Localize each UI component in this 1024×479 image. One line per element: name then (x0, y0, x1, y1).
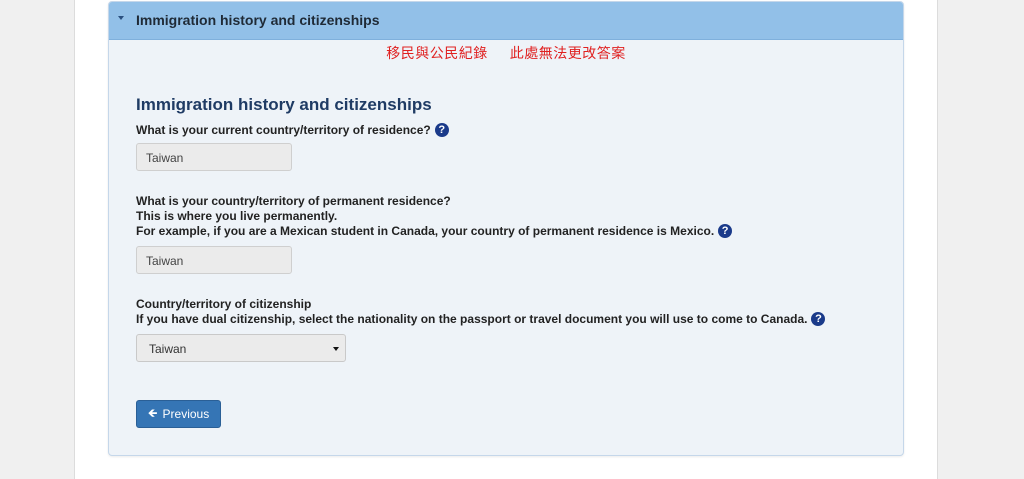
permanent-residence-example: For example, if you are a Mexican studen… (136, 224, 733, 239)
current-residence-label-text: What is your current country/territory o… (136, 123, 431, 137)
immigration-panel: Immigration history and citizenships 移民與… (108, 1, 904, 456)
citizenship-select[interactable]: Taiwan (136, 334, 346, 362)
citizenship-label: Country/territory of citizenship If you … (136, 297, 826, 327)
section-heading: Immigration history and citizenships (136, 95, 432, 114)
question-circle-icon[interactable]: ? (434, 123, 449, 137)
dropdown-arrow-icon[interactable] (333, 347, 339, 351)
previous-button[interactable]: 🡸 Previous (136, 400, 221, 428)
citizenship-hint: If you have dual citizenship, select the… (136, 312, 826, 327)
citizenship-question: Country/territory of citizenship (136, 297, 312, 311)
question-circle-icon[interactable]: ? (718, 224, 733, 238)
current-residence-label: What is your current country/territory o… (136, 123, 449, 138)
permanent-residence-example-text: For example, if you are a Mexican studen… (136, 224, 715, 238)
citizenship-hint-text: If you have dual citizenship, select the… (136, 312, 808, 326)
permanent-residence-hint: This is where you live permanently. (136, 209, 338, 223)
caret-down-icon[interactable] (118, 16, 124, 20)
current-residence-field: Taiwan (136, 143, 292, 171)
question-circle-icon[interactable]: ? (811, 312, 826, 326)
permanent-residence-field: Taiwan (136, 246, 292, 274)
arrow-left-icon: 🡸 (147, 405, 158, 420)
annotation-note: 移民與公民紀錄 此處無法更改答案 (109, 43, 903, 63)
permanent-residence-question: What is your country/territory of perman… (136, 194, 451, 208)
annotation-note-part1: 移民與公民紀錄 (386, 46, 488, 62)
citizenship-selected-value: Taiwan (149, 342, 187, 356)
panel-header[interactable]: Immigration history and citizenships (109, 2, 903, 40)
panel-header-title[interactable]: Immigration history and citizenships (136, 12, 379, 28)
previous-button-label: Previous (162, 407, 210, 421)
annotation-note-part2: 此處無法更改答案 (509, 46, 626, 62)
permanent-residence-label: What is your country/territory of perman… (136, 194, 733, 239)
